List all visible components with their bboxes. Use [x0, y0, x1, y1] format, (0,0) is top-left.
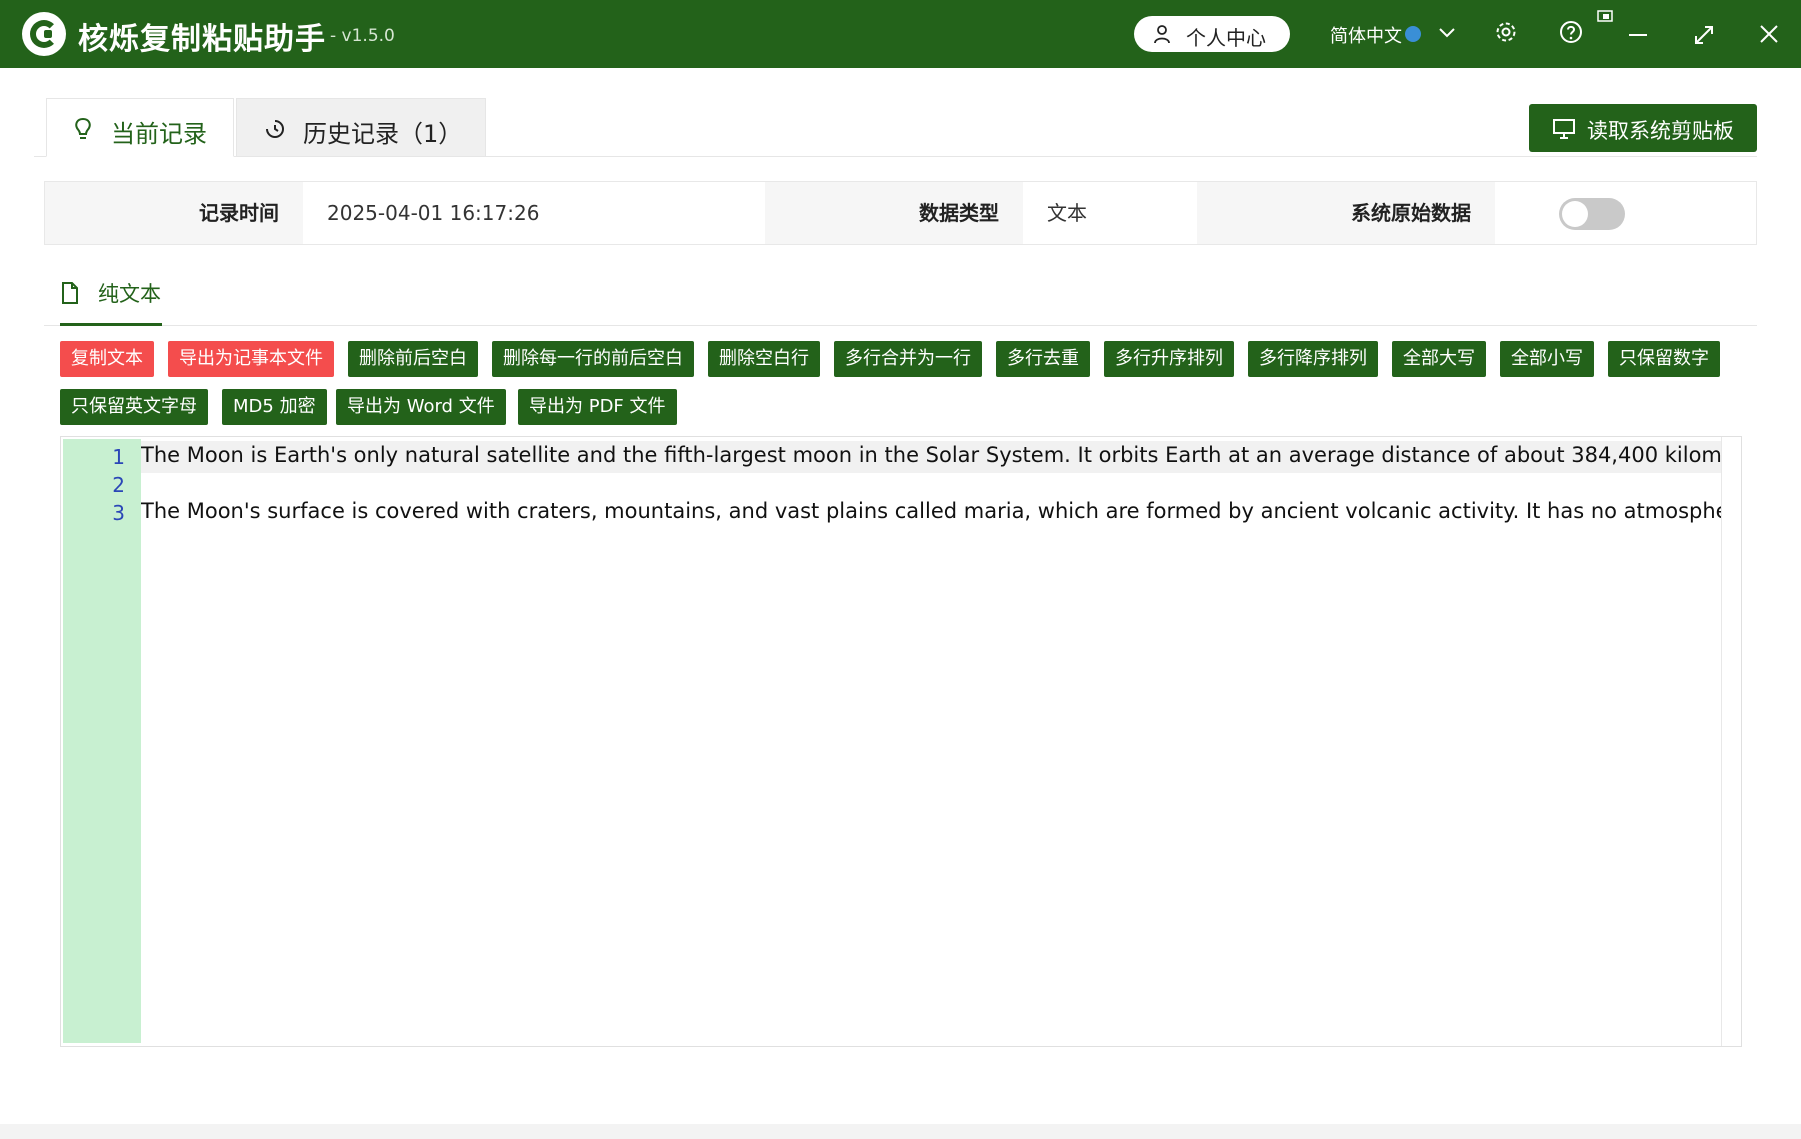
- record-info-row: 记录时间 2025-04-01 16:17:26 数据类型 文本 系统原始数据: [44, 181, 1757, 245]
- minimize-icon[interactable]: [1627, 24, 1649, 46]
- app-version: - v1.5.0: [330, 26, 395, 46]
- keep-letters-button[interactable]: 只保留英文字母: [60, 389, 208, 425]
- plain-text-label: 纯文本: [98, 282, 161, 306]
- app-logo-icon: [22, 12, 66, 56]
- export-pdf-button[interactable]: 导出为 PDF 文件: [518, 389, 677, 425]
- code-line: The Moon's surface is covered with crate…: [141, 499, 1721, 523]
- lightbulb-icon: [75, 117, 91, 139]
- data-type-value: 文本: [1047, 201, 1087, 225]
- raw-data-toggle[interactable]: [1559, 198, 1625, 230]
- pin-window-icon[interactable]: [1597, 10, 1613, 24]
- language-selector[interactable]: 简体中文: [1330, 22, 1402, 48]
- text-editor[interactable]: 1 2 3 The Moon is Earth's only natural s…: [60, 436, 1742, 1047]
- line-number: 3: [112, 501, 125, 525]
- merge-lines-button[interactable]: 多行合并为一行: [834, 341, 982, 377]
- toggle-knob: [1562, 201, 1588, 227]
- globe-icon: [1405, 26, 1421, 42]
- document-icon: [62, 282, 78, 304]
- tab-history-label: 历史记录（1）: [303, 120, 463, 148]
- dedupe-lines-button[interactable]: 多行去重: [996, 341, 1090, 377]
- remove-blank-lines-button[interactable]: 删除空白行: [708, 341, 820, 377]
- raw-data-label: 系统原始数据: [1197, 182, 1495, 244]
- user-center-label: 个人中心: [1186, 26, 1266, 50]
- subtab-divider: [44, 325, 1757, 326]
- close-icon[interactable]: [1758, 23, 1780, 45]
- read-clipboard-button[interactable]: 读取系统剪贴板: [1529, 104, 1757, 152]
- line-number: 1: [112, 445, 125, 469]
- trim-whitespace-button[interactable]: 删除前后空白: [348, 341, 478, 377]
- history-clock-icon: [266, 120, 284, 138]
- copy-text-button[interactable]: 复制文本: [60, 341, 154, 377]
- sort-descending-button[interactable]: 多行降序排列: [1248, 341, 1378, 377]
- maximize-icon[interactable]: [1693, 24, 1715, 46]
- gear-icon[interactable]: [1494, 20, 1518, 44]
- active-subtab-indicator: [60, 323, 162, 326]
- trim-each-line-button[interactable]: 删除每一行的前后空白: [492, 341, 694, 377]
- read-clipboard-label: 读取系统剪贴板: [1587, 119, 1734, 143]
- uppercase-button[interactable]: 全部大写: [1392, 341, 1486, 377]
- line-number: 2: [112, 473, 125, 497]
- tab-current-label: 当前记录: [111, 120, 207, 148]
- code-line: The Moon is Earth's only natural satelli…: [141, 443, 1721, 467]
- sort-ascending-button[interactable]: 多行升序排列: [1104, 341, 1234, 377]
- record-time-label: 记录时间: [45, 182, 303, 244]
- help-icon[interactable]: [1559, 20, 1583, 44]
- tab-history[interactable]: 历史记录（1）: [236, 98, 486, 157]
- user-center-button[interactable]: 个人中心: [1134, 16, 1290, 52]
- export-word-button[interactable]: 导出为 Word 文件: [336, 389, 506, 425]
- user-icon: [1154, 25, 1170, 44]
- editor-scrollbar[interactable]: [1721, 437, 1722, 1046]
- keep-digits-button[interactable]: 只保留数字: [1608, 341, 1720, 377]
- app-title: 核烁复制粘贴助手: [78, 22, 326, 57]
- export-notepad-button[interactable]: 导出为记事本文件: [168, 341, 334, 377]
- window-bottom-edge: [0, 1124, 1801, 1139]
- record-time-value: 2025-04-01 16:17:26: [327, 201, 540, 225]
- tab-current-record[interactable]: 当前记录: [46, 98, 234, 157]
- monitor-icon: [1553, 119, 1575, 139]
- data-type-label: 数据类型: [765, 182, 1023, 244]
- title-bar: 核烁复制粘贴助手 - v1.5.0 个人中心 简体中文: [0, 0, 1801, 68]
- md5-button[interactable]: MD5 加密: [222, 389, 327, 425]
- chevron-down-icon[interactable]: [1438, 26, 1456, 40]
- lowercase-button[interactable]: 全部小写: [1500, 341, 1594, 377]
- line-number-gutter: 1 2 3: [63, 439, 141, 1043]
